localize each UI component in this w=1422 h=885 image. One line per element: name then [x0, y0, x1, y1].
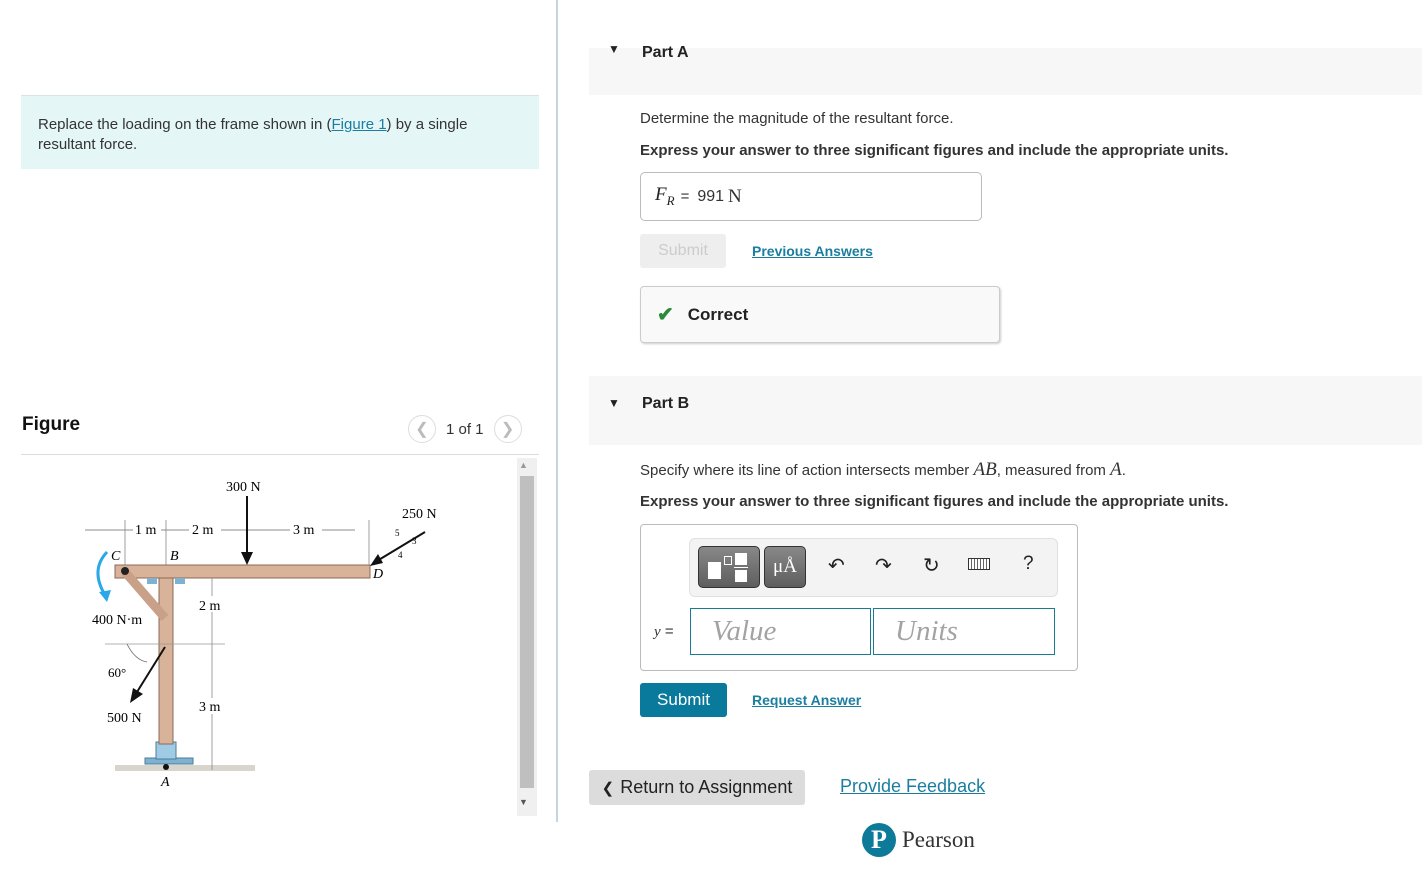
figure-pager: ❮ 1 of 1 ❯: [408, 414, 522, 444]
dim-3m-side: 3 m: [199, 700, 221, 715]
answer-variable: FR: [655, 184, 675, 208]
force-300-label: 300 N: [226, 480, 261, 495]
undo-icon[interactable]: ↶: [828, 553, 845, 578]
figure-title: Figure: [22, 414, 81, 435]
svg-text:5: 5: [395, 528, 400, 538]
scroll-up-icon[interactable]: ▲: [519, 460, 528, 470]
chevron-right-icon: ❯: [500, 421, 515, 438]
bracket-right: [175, 578, 185, 584]
pearson-logo: P Pearson: [862, 823, 975, 857]
value-input[interactable]: Value: [690, 608, 871, 655]
ground: [115, 765, 255, 771]
part-a-instruction: Express your answer to three significant…: [640, 142, 1229, 159]
variable-label: y =: [654, 623, 674, 640]
redo-icon[interactable]: ↷: [875, 553, 892, 578]
help-icon[interactable]: ?: [1023, 553, 1034, 575]
figure-link[interactable]: Figure 1: [332, 116, 387, 133]
math-toolbar: μÅ ↶ ↷ ↻ ?: [689, 538, 1058, 597]
angle-label: 60°: [108, 665, 126, 680]
chevron-left-icon: ❮: [415, 421, 429, 438]
svg-text:4: 4: [398, 550, 403, 560]
prev-figure-button[interactable]: ❮: [408, 415, 436, 443]
part-b-label: Part B: [642, 395, 690, 412]
part-a-label: Part A: [642, 44, 689, 61]
member-ab: [158, 573, 174, 745]
answer-value: 991: [697, 187, 725, 205]
label-b: B: [170, 549, 179, 564]
problem-text: Replace the loading on the frame shown i…: [38, 116, 468, 153]
svg-text:3: 3: [412, 536, 417, 546]
brand-name: Pearson: [902, 827, 975, 852]
part-b-submit-button[interactable]: Submit: [640, 683, 727, 717]
scrollbar-thumb[interactable]: [520, 476, 534, 788]
request-answer-link[interactable]: Request Answer: [752, 692, 861, 708]
dim-1m: 1 m: [135, 523, 157, 538]
part-a-answer-display: FR = 991 N: [640, 172, 982, 221]
previous-answers-link[interactable]: Previous Answers: [752, 243, 873, 259]
dim-2m-top: 2 m: [192, 523, 214, 538]
part-a-submit-button[interactable]: Submit: [640, 234, 726, 268]
part-b-question: Specify where its line of action interse…: [640, 459, 1126, 480]
part-b-header[interactable]: ▼ Part B: [589, 376, 1422, 445]
label-d: D: [372, 567, 383, 582]
chevron-left-icon: ❮: [601, 779, 615, 797]
part-b-instruction: Express your answer to three significant…: [640, 493, 1229, 510]
answer-unit: N: [728, 185, 742, 207]
point-a-dot: [163, 764, 169, 770]
correct-label: Correct: [687, 304, 749, 324]
provide-feedback-link[interactable]: Provide Feedback: [840, 776, 985, 797]
dim-3m-top: 3 m: [293, 523, 315, 538]
force-250-label: 250 N: [402, 507, 437, 522]
panel-divider: [556, 0, 558, 822]
part-a-header[interactable]: ▼ Part A: [589, 42, 1422, 95]
label-c: C: [111, 549, 121, 564]
scroll-down-icon[interactable]: ▼: [519, 797, 528, 807]
force-500-label: 500 N: [107, 711, 142, 726]
next-figure-button[interactable]: ❯: [493, 415, 522, 443]
moment-label: 400 N·m: [92, 613, 142, 628]
units-button[interactable]: μÅ: [764, 546, 806, 588]
return-to-assignment-button[interactable]: ❮ Return to Assignment: [589, 770, 805, 805]
frame-diagram: 1 m 2 m 3 m 300 N 250 N 5 3 4 C B D A 40…: [85, 480, 437, 790]
figure-divider: [21, 454, 539, 455]
pearson-p-icon: P: [862, 823, 896, 857]
collapse-triangle-icon[interactable]: ▼: [608, 396, 620, 410]
pin-c: [121, 567, 129, 575]
reset-icon[interactable]: ↻: [923, 553, 940, 578]
part-a-question: Determine the magnitude of the resultant…: [640, 110, 954, 127]
answer-editor: μÅ ↶ ↷ ↻ ? y = Value Units: [640, 524, 1078, 671]
collapse-triangle-icon[interactable]: ▼: [608, 42, 620, 56]
templates-button[interactable]: [698, 546, 760, 588]
problem-statement: Replace the loading on the frame shown i…: [21, 95, 539, 169]
moment-arrow: [96, 550, 109, 596]
bracket-left: [147, 578, 157, 584]
checkmark-icon: ✔: [657, 304, 674, 326]
label-a: A: [160, 775, 170, 790]
pager-text: 1 of 1: [446, 420, 484, 438]
dim-2m-side: 2 m: [199, 599, 221, 614]
feedback-correct: ✔ Correct: [640, 286, 1000, 343]
units-input[interactable]: Units: [873, 608, 1055, 655]
member-cd: [114, 564, 371, 579]
keyboard-icon[interactable]: [968, 558, 990, 570]
templates-icon: [708, 562, 721, 579]
base-socket: [155, 741, 177, 760]
